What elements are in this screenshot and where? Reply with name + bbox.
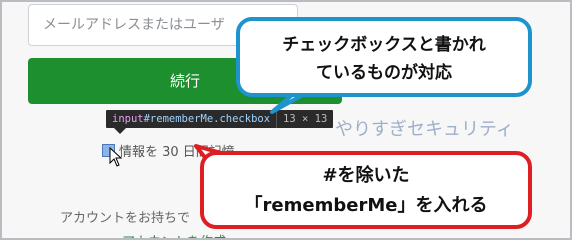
inspector-tag: input <box>112 113 144 125</box>
red-callout-line1: #を除いた <box>322 165 410 186</box>
inspector-id-class: #rememberMe.checkbox <box>143 113 271 125</box>
inspector-selector: input#rememberMe.checkbox <box>112 110 270 128</box>
blue-callout: チェックボックスと書かれ ているものが対応 <box>236 17 532 97</box>
create-account-link[interactable]: アカウントを作成 <box>122 231 226 238</box>
account-prompt: アカウントをお持ちで <box>60 211 191 226</box>
blue-callout-line2: ているものが対応 <box>316 63 452 83</box>
watermark-text: やりすぎセキュリティ <box>335 119 514 140</box>
screenshot-frame: メールアドレスまたはユーザ 続行 やりすぎセキュリティ 情報を 30 日間記憶 … <box>0 0 572 240</box>
inspector-tooltip-arrow <box>114 128 126 134</box>
mouse-cursor-icon <box>109 147 123 167</box>
red-callout: #を除いた 「rememberMe」を入れる <box>200 151 532 229</box>
blue-callout-line1: チェックボックスと書かれ <box>282 35 486 55</box>
red-callout-line2: 「rememberMe」を入れる <box>244 195 488 216</box>
